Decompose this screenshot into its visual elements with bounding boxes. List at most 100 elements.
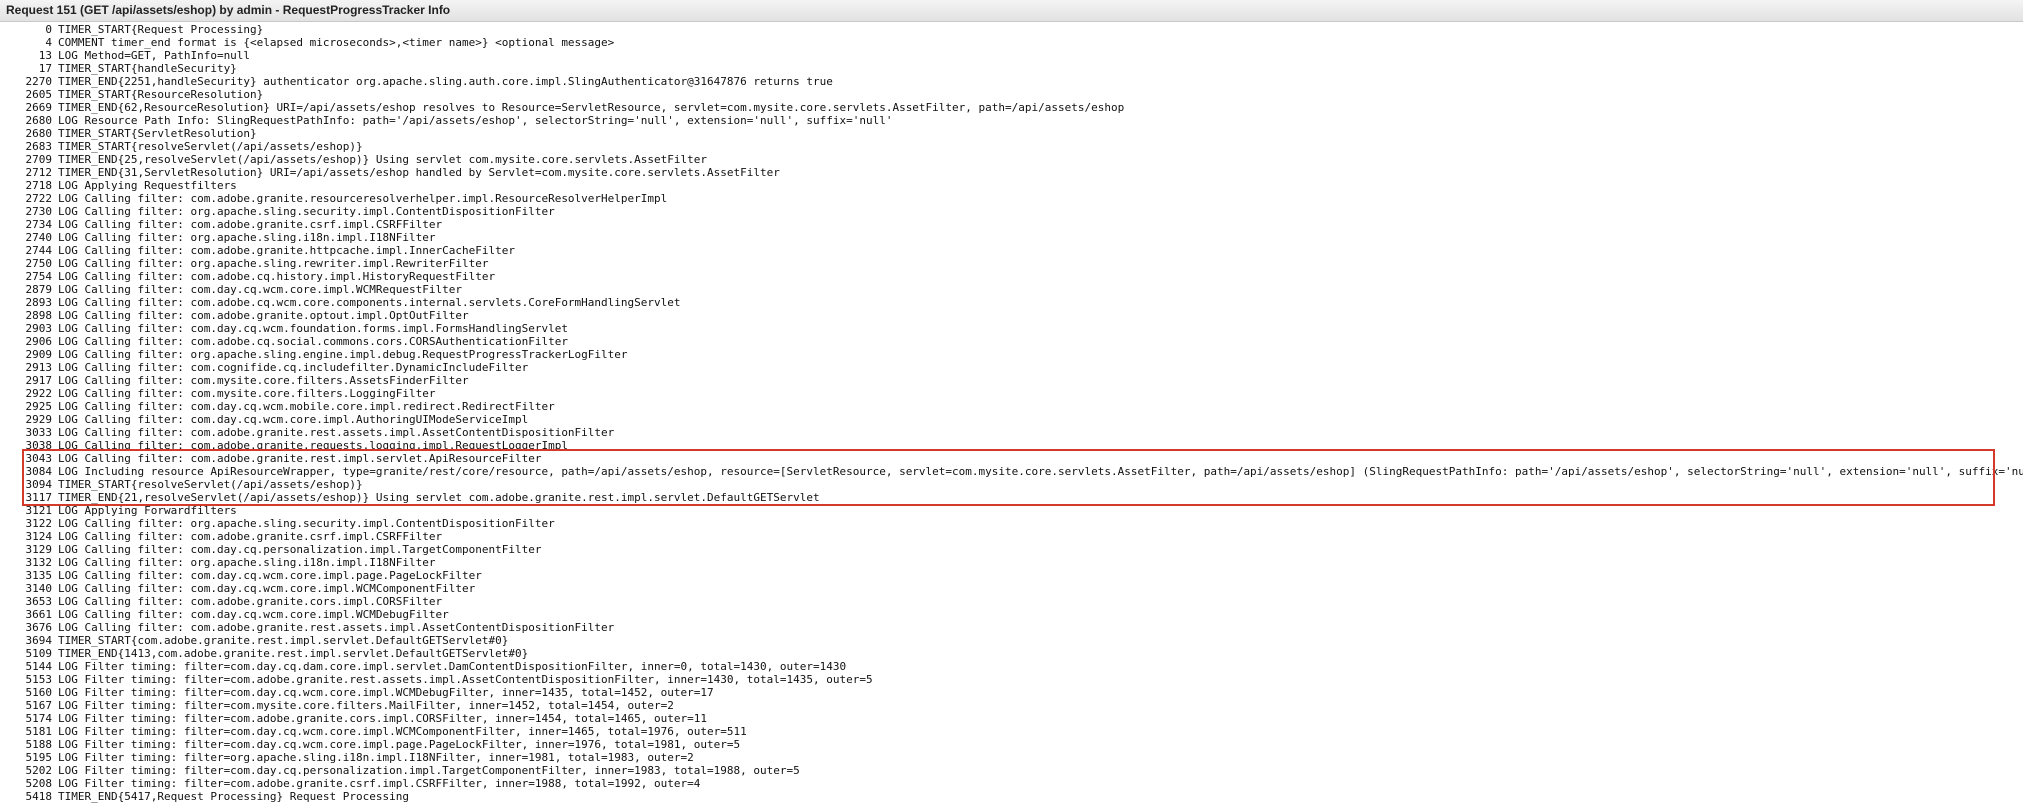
log-timestamp: 3124 xyxy=(25,530,53,543)
log-line: 3135 LOG Calling filter: com.day.cq.wcm.c… xyxy=(0,569,2023,582)
log-line: 2925 LOG Calling filter: com.day.cq.wcm.m… xyxy=(0,400,2023,413)
log-timestamp: 2718 xyxy=(25,179,53,192)
log-line: 5109 TIMER_END{1413,com.adobe.granite.res… xyxy=(0,647,2023,660)
log-line: 3129 LOG Calling filter: com.day.cq.perso… xyxy=(0,543,2023,556)
log-line: 5188 LOG Filter timing: filter=com.day.cq… xyxy=(0,738,2023,751)
log-timestamp: 2744 xyxy=(25,244,53,257)
log-message: TIMER_END{62,ResourceResolution} URI=/ap… xyxy=(58,101,1125,114)
log-line: 3038 LOG Calling filter: com.adobe.granit… xyxy=(0,439,2023,452)
log-message: LOG Calling filter: org.apache.sling.i18… xyxy=(58,231,436,244)
log-message: LOG Method=GET, PathInfo=null xyxy=(58,49,251,62)
log-line: 2740 LOG Calling filter: org.apache.sling… xyxy=(0,231,2023,244)
log-timestamp: 5195 xyxy=(25,751,53,764)
log-line: 5167 LOG Filter timing: filter=com.mysite… xyxy=(0,699,2023,712)
log-timestamp: 2680 xyxy=(25,127,53,140)
log-timestamp: 5181 xyxy=(25,725,53,738)
log-line: 3676 LOG Calling filter: com.adobe.granit… xyxy=(0,621,2023,634)
log-message: LOG Calling filter: com.adobe.granite.re… xyxy=(58,621,615,634)
log-timestamp: 2913 xyxy=(25,361,53,374)
log-timestamp: 3121 xyxy=(25,504,53,517)
log-message: TIMER_START{resolveServlet(/api/assets/e… xyxy=(58,140,363,153)
log-line: 3043 LOG Calling filter: com.adobe.granit… xyxy=(0,452,2023,465)
log-line: 2712 TIMER_END{31,ServletResolution} URI=… xyxy=(0,166,2023,179)
log-line: 2683 TIMER_START{resolveServlet(/api/asse… xyxy=(0,140,2023,153)
log-message: LOG Calling filter: org.apache.sling.sec… xyxy=(58,205,555,218)
log-timestamp: 4 xyxy=(45,36,52,49)
log-timestamp: 2925 xyxy=(25,400,53,413)
log-line: 2680 TIMER_START{ServletResolution} xyxy=(0,127,2023,140)
log-line: 3661 LOG Calling filter: com.day.cq.wcm.c… xyxy=(0,608,2023,621)
log-message: LOG Calling filter: com.adobe.granite.cs… xyxy=(58,218,443,231)
log-line: 2929 LOG Calling filter: com.day.cq.wcm.c… xyxy=(0,413,2023,426)
log-message: COMMENT timer_end format is {<elapsed mi… xyxy=(58,36,615,49)
log-message: LOG Filter timing: filter=com.day.cq.wcm… xyxy=(58,738,741,751)
log-timestamp: 2929 xyxy=(25,413,53,426)
log-line: 2879 LOG Calling filter: com.day.cq.wcm.c… xyxy=(0,283,2023,296)
log-message: LOG Calling filter: com.adobe.cq.social.… xyxy=(58,335,568,348)
log-message: LOG Filter timing: filter=com.day.cq.wcm… xyxy=(58,686,714,699)
log-message: LOG Applying Requestfilters xyxy=(58,179,237,192)
log-timestamp: 3676 xyxy=(25,621,53,634)
log-timestamp: 3043 xyxy=(25,452,53,465)
log-timestamp: 3117 xyxy=(25,491,53,504)
log-timestamp: 3653 xyxy=(25,595,53,608)
log-timestamp: 2730 xyxy=(25,205,53,218)
log-message: LOG Calling filter: com.adobe.granite.ht… xyxy=(58,244,515,257)
log-message: TIMER_END{5417,Request Processing} Reque… xyxy=(58,790,409,803)
log-line: 4 COMMENT timer_end format is {<elapsed m… xyxy=(0,36,2023,49)
log-line: 2730 LOG Calling filter: org.apache.sling… xyxy=(0,205,2023,218)
log-line: 2903 LOG Calling filter: com.day.cq.wcm.f… xyxy=(0,322,2023,335)
log-timestamp: 3132 xyxy=(25,556,53,569)
log-message: LOG Calling filter: com.day.cq.wcm.core.… xyxy=(58,582,476,595)
log-line: 3653 LOG Calling filter: com.adobe.granit… xyxy=(0,595,2023,608)
log-message: LOG Calling filter: com.day.cq.wcm.found… xyxy=(58,322,568,335)
log-timestamp: 13 xyxy=(38,49,52,62)
log-timestamp: 2754 xyxy=(25,270,53,283)
log-message: LOG Applying Forwardfilters xyxy=(58,504,237,517)
log-message: TIMER_START{handleSecurity} xyxy=(58,62,237,75)
log-timestamp: 5144 xyxy=(25,660,53,673)
log-timestamp: 2270 xyxy=(25,75,53,88)
log-message: LOG Calling filter: org.apache.sling.rew… xyxy=(58,257,489,270)
log-line: 3140 LOG Calling filter: com.day.cq.wcm.c… xyxy=(0,582,2023,595)
log-line: 2898 LOG Calling filter: com.adobe.granit… xyxy=(0,309,2023,322)
log-message: LOG Calling filter: com.adobe.granite.co… xyxy=(58,595,443,608)
log-timestamp: 2709 xyxy=(25,153,53,166)
log-line: 2913 LOG Calling filter: com.cognifide.cq… xyxy=(0,361,2023,374)
window-title: Request 151 (GET /api/assets/eshop) by a… xyxy=(0,0,2023,22)
log-line: 3121 LOG Applying Forwardfilters xyxy=(0,504,2023,517)
log-line: 3033 LOG Calling filter: com.adobe.granit… xyxy=(0,426,2023,439)
log-message: TIMER_START{com.adobe.granite.rest.impl.… xyxy=(58,634,509,647)
log-message: LOG Filter timing: filter=com.adobe.gran… xyxy=(58,712,708,725)
log-timestamp: 5208 xyxy=(25,777,53,790)
log-line: 2680 LOG Resource Path Info: SlingRequest… xyxy=(0,114,2023,127)
log-message: LOG Calling filter: com.adobe.granite.re… xyxy=(58,452,542,465)
log-line: 0 TIMER_START{Request Processing} xyxy=(0,23,2023,36)
log-message: LOG Calling filter: com.adobe.granite.re… xyxy=(58,192,668,205)
log-message: LOG Filter timing: filter=com.adobe.gran… xyxy=(58,673,873,686)
log-line: 2709 TIMER_END{25,resolveServlet(/api/ass… xyxy=(0,153,2023,166)
log-timestamp: 3084 xyxy=(25,465,53,478)
log-message: LOG Calling filter: com.day.cq.wcm.core.… xyxy=(58,608,449,621)
log-message: LOG Filter timing: filter=org.apache.sli… xyxy=(58,751,694,764)
log-timestamp: 5167 xyxy=(25,699,53,712)
log-timestamp: 5160 xyxy=(25,686,53,699)
log-timestamp: 2740 xyxy=(25,231,53,244)
log-line: 2750 LOG Calling filter: org.apache.sling… xyxy=(0,257,2023,270)
log-line: 5174 LOG Filter timing: filter=com.adobe.… xyxy=(0,712,2023,725)
log-timestamp: 2683 xyxy=(25,140,53,153)
log-timestamp: 5174 xyxy=(25,712,53,725)
log-message: LOG Calling filter: com.day.cq.wcm.core.… xyxy=(58,413,529,426)
log-line: 2605 TIMER_START{ResourceResolution} xyxy=(0,88,2023,101)
log-message: LOG Including resource ApiResourceWrappe… xyxy=(58,465,2023,478)
log-line: 5202 LOG Filter timing: filter=com.day.cq… xyxy=(0,764,2023,777)
log-timestamp: 2898 xyxy=(25,309,53,322)
log-line: 17 TIMER_START{handleSecurity} xyxy=(0,62,2023,75)
log-line: 3124 LOG Calling filter: com.adobe.granit… xyxy=(0,530,2023,543)
log-line: 2722 LOG Calling filter: com.adobe.granit… xyxy=(0,192,2023,205)
log-message: LOG Calling filter: com.mysite.core.filt… xyxy=(58,387,436,400)
log-message: LOG Filter timing: filter=com.mysite.cor… xyxy=(58,699,674,712)
log-line: 2754 LOG Calling filter: com.adobe.cq.his… xyxy=(0,270,2023,283)
log-line: 3132 LOG Calling filter: org.apache.sling… xyxy=(0,556,2023,569)
log-timestamp: 2712 xyxy=(25,166,53,179)
